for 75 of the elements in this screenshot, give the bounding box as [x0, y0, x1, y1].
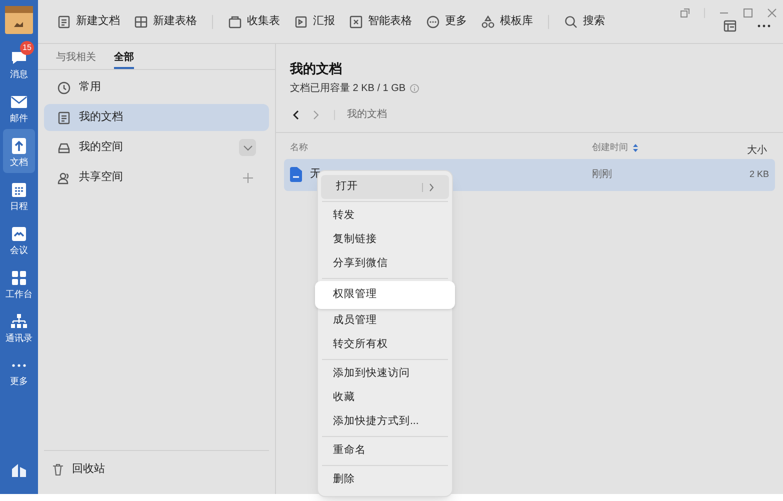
toolbar-button[interactable]: 汇报: [287, 8, 342, 34]
shapes-icon: [481, 14, 495, 28]
menu-item[interactable]: 权限管理: [315, 281, 455, 309]
document-icon: [9, 136, 29, 156]
page-title: 我的文档: [290, 60, 343, 78]
chevron-right-icon: [313, 110, 319, 120]
sidebar-tab[interactable]: 全部: [114, 44, 134, 69]
menu-item[interactable]: 重命名: [318, 439, 452, 463]
rail-tab[interactable]: 文档: [3, 129, 35, 173]
menu-item[interactable]: 复制链接: [318, 228, 452, 252]
person-icon: [57, 170, 71, 184]
toolbar-button[interactable]: 智能表格: [342, 8, 419, 34]
trash-icon: [52, 463, 64, 476]
more-icon: [426, 14, 440, 28]
app-logo-icon: [11, 462, 27, 478]
trash-button[interactable]: 回收站: [52, 461, 105, 478]
toolbar-button[interactable]: 收集表: [221, 8, 287, 34]
rail-tab[interactable]: 日程: [3, 173, 35, 217]
plus-icon: [242, 172, 252, 182]
column-header: 创建时间: [592, 141, 628, 154]
breadcrumb-link[interactable]: 我的文档: [347, 107, 387, 122]
menu-item[interactable]: 收藏: [318, 386, 452, 410]
menu-item[interactable]: 删除: [318, 468, 452, 492]
sort-icon: [633, 144, 638, 152]
sidebar-item[interactable]: 我的文档: [44, 104, 269, 131]
menu-item[interactable]: 分享到微信: [318, 252, 452, 276]
chevron-down-icon: [242, 144, 252, 150]
rail-tab[interactable]: 通讯录: [3, 305, 35, 349]
column-header: 大小: [746, 144, 768, 158]
chevron-right-icon: [429, 182, 434, 192]
grid-icon: [349, 14, 363, 28]
toolbar-button[interactable]: 模板库: [474, 8, 540, 34]
toolbar-button[interactable]: 更多: [419, 8, 474, 34]
document-icon: [57, 14, 71, 28]
layout-icon: [723, 18, 737, 32]
toolbar-button[interactable]: 新建文档: [50, 8, 127, 34]
info-icon: [410, 84, 419, 92]
popout-icon: [680, 8, 690, 18]
rail-tab[interactable]: 会议: [3, 217, 35, 261]
expand-button[interactable]: [239, 139, 256, 156]
table-cell-text: 刚刚: [592, 168, 613, 182]
search-icon: [564, 14, 578, 28]
chevron-left-icon: [293, 110, 299, 120]
sidebar-item[interactable]: 我的空间: [44, 134, 269, 161]
more-icon: [12, 364, 26, 367]
menu-item[interactable]: 添加快捷方式到...: [318, 410, 452, 434]
storage-usage: 文档已用容量 2 KB / 1 GB: [290, 82, 406, 96]
table-icon: [134, 14, 148, 28]
sidebar-tab[interactable]: 与我相关: [56, 44, 96, 69]
toolbar-button[interactable]: 新建表格: [127, 8, 204, 34]
maximize-icon: [743, 8, 753, 18]
bag-icon: [228, 14, 242, 28]
menu-item[interactable]: 转交所有权: [318, 333, 452, 357]
report-icon: [294, 14, 308, 28]
rail-tab[interactable]: 邮件: [3, 85, 35, 129]
column-header: 名称: [290, 141, 309, 154]
menu-item[interactable]: 打开: [321, 175, 449, 199]
table-cell-text: 2 KB: [748, 168, 769, 181]
rail-tab[interactable]: 更多: [3, 349, 35, 393]
sidebar-item[interactable]: 常用: [44, 74, 269, 101]
menu-item[interactable]: 转发: [318, 204, 452, 228]
rail-tab[interactable]: 消息 15: [3, 41, 35, 85]
notification-badge: 15: [20, 41, 34, 55]
folder-logo-icon: [4, 5, 34, 35]
close-icon: [767, 8, 777, 18]
drive-icon: [57, 140, 71, 154]
menu-item[interactable]: 成员管理: [318, 309, 452, 333]
clock-icon: [57, 80, 71, 94]
menu-item[interactable]: 添加到快速访问: [318, 362, 452, 386]
document-icon: [57, 110, 71, 124]
sidebar-item[interactable]: 共享空间: [44, 164, 269, 191]
rail-tab[interactable]: 工作台: [3, 261, 35, 305]
toolbar-button[interactable]: 搜索: [557, 8, 612, 34]
more-icon: [757, 24, 771, 28]
document-icon: [290, 167, 302, 182]
